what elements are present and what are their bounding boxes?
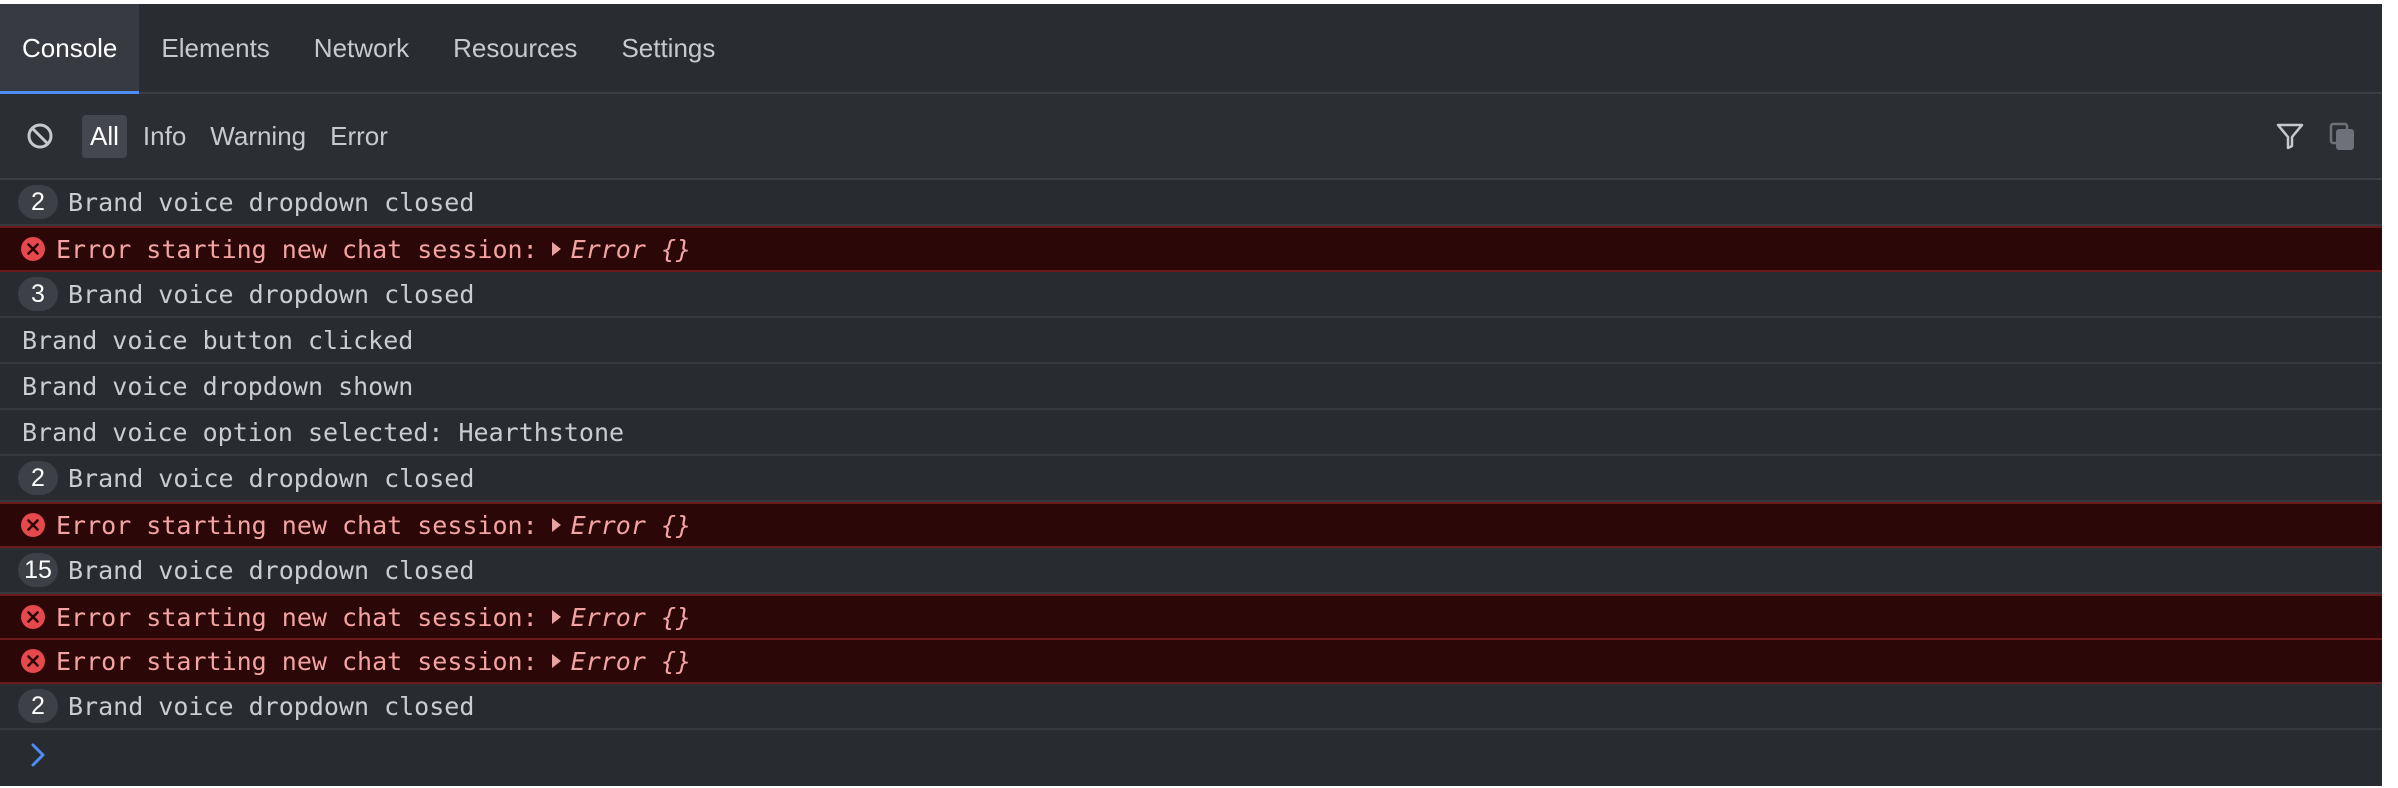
expand-triangle-icon[interactable] — [551, 242, 561, 256]
tab-label: Console — [22, 32, 118, 63]
tab-network[interactable]: Network — [292, 4, 431, 92]
log-message: Brand voice dropdown shown — [22, 371, 414, 401]
log-row: 15 Brand voice dropdown closed — [0, 548, 2382, 594]
filter-all-button[interactable]: All — [82, 114, 127, 158]
devtools-tabs: Console Elements Network Resources Setti… — [0, 4, 2382, 94]
clear-console-icon[interactable] — [20, 116, 60, 156]
tab-elements[interactable]: Elements — [139, 4, 291, 92]
filter-error-button[interactable]: Error — [322, 115, 396, 158]
copy-icon[interactable] — [2326, 120, 2358, 152]
tab-label: Resources — [453, 32, 578, 63]
log-row: Brand voice option selected: Hearthstone — [0, 410, 2382, 456]
tab-label: Network — [313, 32, 410, 63]
tab-label: Elements — [161, 32, 270, 63]
log-row: 2 Brand voice dropdown closed — [0, 684, 2382, 730]
repeat-count-badge: 15 — [18, 553, 58, 587]
devtools-panel: Console Elements Network Resources Setti… — [0, 4, 2384, 786]
filter-warning-button[interactable]: Warning — [202, 115, 314, 158]
expand-triangle-icon[interactable] — [551, 610, 561, 624]
log-row: 2 Brand voice dropdown closed — [0, 180, 2382, 226]
error-object[interactable]: Error {} — [571, 235, 691, 264]
error-icon — [20, 648, 46, 674]
console-prompt[interactable] — [0, 730, 2382, 780]
log-row-error: Error starting new chat session: Error {} — [0, 502, 2382, 548]
repeat-count-badge: 3 — [18, 277, 58, 311]
error-object[interactable]: Error {} — [571, 511, 691, 540]
log-message: Brand voice dropdown closed — [68, 691, 475, 721]
error-icon — [20, 512, 46, 538]
log-message: Brand voice button clicked — [22, 325, 414, 355]
error-icon — [20, 236, 46, 262]
filter-icon[interactable] — [2274, 120, 2306, 152]
tab-console[interactable]: Console — [0, 4, 140, 94]
log-message: Error starting new chat session: — [56, 646, 538, 676]
repeat-count-badge: 2 — [18, 689, 58, 723]
log-row-error: Error starting new chat session: Error {} — [0, 594, 2382, 640]
error-object[interactable]: Error {} — [571, 647, 691, 676]
log-row: Brand voice button clicked — [0, 318, 2382, 364]
toolbar-right-actions — [2274, 94, 2358, 178]
tab-label: Settings — [621, 32, 716, 63]
log-message: Brand voice dropdown closed — [68, 187, 475, 217]
repeat-count-badge: 2 — [18, 185, 58, 219]
log-message: Brand voice dropdown closed — [68, 555, 475, 585]
page-edge — [2382, 0, 2398, 788]
log-message: Error starting new chat session: — [56, 234, 538, 264]
console-log: 2 Brand voice dropdown closed Error starti… — [0, 180, 2382, 730]
log-message: Brand voice dropdown closed — [68, 279, 475, 309]
error-icon — [20, 604, 46, 630]
log-row: 2 Brand voice dropdown closed — [0, 456, 2382, 502]
log-message: Brand voice option selected: Hearthstone — [22, 417, 625, 447]
error-object[interactable]: Error {} — [571, 603, 691, 632]
filter-info-button[interactable]: Info — [135, 115, 194, 158]
log-message: Error starting new chat session: — [56, 602, 538, 632]
log-row: Brand voice dropdown shown — [0, 364, 2382, 410]
log-message: Brand voice dropdown closed — [68, 463, 475, 493]
log-row-error: Error starting new chat session: Error {} — [0, 226, 2382, 272]
expand-triangle-icon[interactable] — [551, 518, 561, 532]
log-message: Error starting new chat session: — [56, 510, 538, 540]
log-row-error: Error starting new chat session: Error {} — [0, 640, 2382, 684]
expand-triangle-icon[interactable] — [551, 654, 561, 668]
log-row: 3 Brand voice dropdown closed — [0, 272, 2382, 318]
repeat-count-badge: 2 — [18, 461, 58, 495]
devtools-window: Console Elements Network Resources Setti… — [0, 0, 2398, 788]
tab-resources[interactable]: Resources — [431, 4, 599, 92]
tab-settings[interactable]: Settings — [599, 4, 737, 92]
console-toolbar: All Info Warning Error — [0, 94, 2382, 180]
chevron-right-icon — [26, 740, 50, 770]
